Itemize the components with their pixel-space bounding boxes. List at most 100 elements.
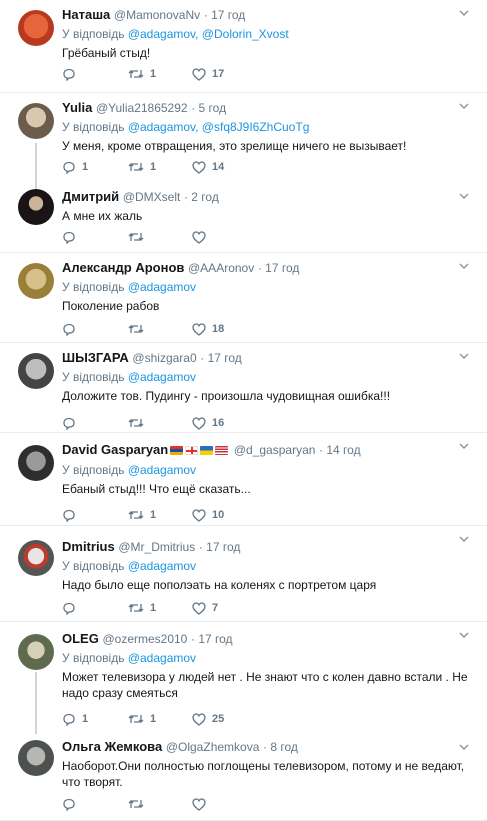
retweet-count: 1 (150, 602, 157, 614)
author-handle[interactable]: @OlgaZhemkova (166, 740, 260, 754)
reply-icon (63, 602, 75, 615)
author-handle[interactable]: @Mr_Dmitrius (118, 540, 195, 554)
reply-button[interactable]: 1 (62, 711, 88, 727)
author-handle[interactable]: @ozermes2010 (102, 632, 187, 646)
like-button[interactable]: 25 (192, 711, 224, 727)
reply-button[interactable] (62, 796, 82, 812)
retweet-icon (128, 233, 144, 241)
reply-button[interactable] (62, 321, 82, 337)
tweet-text: Ебаный стыд!!! Что ещё сказать... (62, 482, 251, 496)
retweet-button[interactable]: 1 (128, 711, 156, 727)
like-button[interactable]: 17 (192, 66, 224, 82)
like-button[interactable]: 18 (192, 321, 224, 337)
retweet-count: 1 (150, 161, 157, 173)
reply-icon (63, 323, 75, 336)
reply-button[interactable] (62, 415, 82, 431)
avatar[interactable] (18, 445, 54, 481)
author-name[interactable]: Александр Аронов (62, 260, 184, 275)
like-button[interactable]: 7 (192, 600, 218, 616)
retweet-button[interactable]: 1 (128, 66, 156, 82)
author-name[interactable]: Дмитрий (62, 189, 119, 204)
retweet-button[interactable]: 1 (128, 159, 156, 175)
author-name[interactable]: OLEG (62, 631, 99, 646)
tweet[interactable]: Наташа @MamonovaNv · 17 год У відповідь … (0, 0, 487, 93)
reply-button[interactable] (62, 600, 82, 616)
flag-icon (170, 446, 184, 455)
author-handle[interactable]: @MamonovaNv (114, 8, 200, 22)
tweet-text: Надо было еще пополэать на коленях с пор… (62, 578, 377, 592)
avatar[interactable] (18, 263, 54, 299)
reply-prefix: У відповідь (62, 463, 125, 477)
tweet[interactable]: ШЫЗГАРА @shizgara0 · 17 год У відповідь … (0, 343, 487, 433)
flag-icon (215, 446, 229, 455)
timestamp[interactable]: · 17 год (191, 632, 233, 646)
timestamp[interactable]: · 17 год (204, 8, 246, 22)
retweet-button[interactable] (128, 796, 150, 812)
reply-prefix: У відповідь (62, 370, 125, 384)
retweet-count: 1 (150, 713, 157, 725)
retweet-icon (128, 419, 144, 427)
tweet[interactable]: Ольга Жемкова @OlgaZhemkova · 8 год Наоб… (0, 734, 487, 821)
reply-button[interactable]: 1 (62, 159, 88, 175)
retweet-button[interactable] (128, 229, 150, 245)
reply-button[interactable] (62, 66, 82, 82)
tweet[interactable]: OLEG @ozermes2010 · 17 год У відповідь @… (0, 622, 487, 734)
author-handle[interactable]: @AAAronov (188, 261, 254, 275)
author-name[interactable]: ШЫЗГАРА (62, 350, 129, 365)
timestamp[interactable]: · 14 год (319, 443, 361, 457)
author-handle[interactable]: @Yulia21865292 (96, 101, 188, 115)
heart-icon (192, 797, 206, 811)
reply-mentions[interactable]: @adagamov (128, 280, 196, 294)
reply-mentions[interactable]: @adagamov (128, 651, 196, 665)
avatar[interactable] (18, 540, 54, 576)
like-button[interactable]: 14 (192, 159, 224, 175)
timestamp[interactable]: · 17 год (199, 540, 241, 554)
tweet[interactable]: Александр Аронов @AAAronov · 17 год У ві… (0, 253, 487, 343)
tweet[interactable]: David Gasparyan @d_gasparyan · 14 год У … (0, 433, 487, 526)
retweet-icon (128, 70, 144, 78)
like-button[interactable] (192, 229, 212, 245)
avatar[interactable] (18, 740, 54, 776)
reply-mentions[interactable]: @adagamov, @sfq8J9I6ZhCuoTg (128, 120, 310, 134)
timestamp[interactable]: · 5 год (191, 101, 226, 115)
timestamp[interactable]: · 8 год (263, 740, 298, 754)
avatar[interactable] (18, 634, 54, 670)
like-button[interactable]: 16 (192, 415, 224, 431)
tweet[interactable]: Dmitrius @Mr_Dmitrius · 17 год У відпові… (0, 526, 487, 622)
author-name[interactable]: David Gasparyan (62, 442, 168, 457)
heart-icon (192, 67, 206, 81)
author-name[interactable]: Yulia (62, 100, 92, 115)
avatar[interactable] (18, 353, 54, 389)
tweet-text: У меня, кроме отвращения, это зрелище ни… (62, 139, 407, 153)
like-button[interactable]: 10 (192, 507, 224, 523)
author-name[interactable]: Ольга Жемкова (62, 739, 162, 754)
retweet-icon (128, 604, 144, 612)
retweet-button[interactable] (128, 321, 150, 337)
author-name[interactable]: Наташа (62, 7, 110, 22)
timestamp[interactable]: · 2 год (184, 190, 219, 204)
author-handle[interactable]: @DMXselt (123, 190, 181, 204)
retweet-button[interactable]: 1 (128, 600, 156, 616)
like-button[interactable] (192, 796, 212, 812)
reply-icon (63, 713, 75, 726)
author-name[interactable]: Dmitrius (62, 539, 115, 554)
avatar[interactable] (18, 189, 54, 225)
reply-button[interactable] (62, 229, 82, 245)
tweet-text: Поколение рабов (62, 299, 160, 313)
reply-mentions[interactable]: @adagamov (128, 370, 196, 384)
author-handle[interactable]: @d_gasparyan (234, 443, 316, 457)
avatar[interactable] (18, 10, 54, 46)
retweet-button[interactable] (128, 415, 150, 431)
reply-mentions[interactable]: @adagamov (128, 559, 196, 573)
retweet-button[interactable]: 1 (128, 507, 156, 523)
reply-button[interactable] (62, 507, 82, 523)
timestamp[interactable]: · 17 год (258, 261, 300, 275)
reply-mentions[interactable]: @adagamov (128, 463, 196, 477)
timestamp[interactable]: · 17 год (200, 351, 242, 365)
tweet[interactable]: Дмитрий @DMXselt · 2 год А мне их жаль (0, 183, 487, 253)
retweet-count: 1 (150, 68, 157, 80)
reply-mentions[interactable]: @adagamov, @Dolorin_Xvost (128, 27, 289, 41)
like-count: 17 (212, 68, 225, 80)
avatar[interactable] (18, 103, 54, 139)
author-handle[interactable]: @shizgara0 (132, 351, 196, 365)
